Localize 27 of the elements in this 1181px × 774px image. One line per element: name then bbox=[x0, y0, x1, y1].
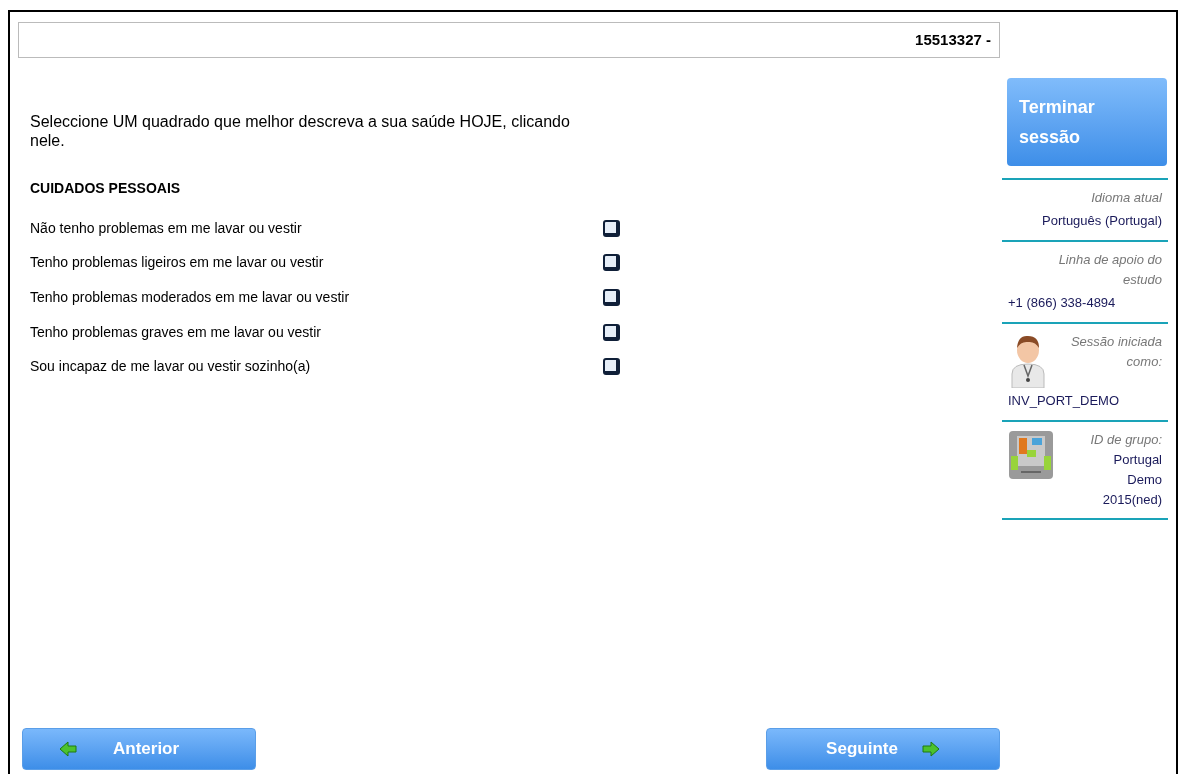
checkbox[interactable] bbox=[603, 358, 620, 376]
previous-button[interactable]: Anterior bbox=[22, 728, 256, 770]
info-label: Sessão iniciada como: bbox=[1069, 333, 1162, 371]
room-icon bbox=[1008, 430, 1054, 480]
info-label: Idioma atual bbox=[1090, 189, 1162, 207]
info-value: Português (Portugal) bbox=[1042, 213, 1162, 228]
end-session-button[interactable]: Terminar sessão bbox=[1007, 78, 1167, 166]
option-label: Tenho problemas moderados em me lavar ou vestir bbox=[30, 288, 350, 307]
info-value: Portugal Demo 2015(ned) bbox=[1101, 451, 1162, 509]
checkbox[interactable] bbox=[603, 289, 620, 306]
checkbox[interactable] bbox=[603, 323, 620, 341]
left-arrow-icon bbox=[59, 741, 77, 757]
right-arrow-icon bbox=[921, 741, 940, 757]
info-value: +1 (866) 338-4894 bbox=[1008, 295, 1116, 310]
option-label: Tenho problemas ligeiros em me lavar ou vestir bbox=[30, 253, 324, 273]
option-label: Não tenho problemas em me lavar ou vestir bbox=[30, 218, 302, 238]
participant-id: 15513327 - bbox=[915, 29, 991, 50]
option-label: Tenho problemas graves em me lavar ou vestir bbox=[30, 322, 322, 342]
section-title: CUIDADOS PESSOAIS bbox=[30, 179, 182, 198]
info-value: INV_PORT_DEMO bbox=[1008, 393, 1119, 408]
next-button[interactable]: Seguinte bbox=[766, 728, 1000, 770]
checkbox[interactable] bbox=[603, 219, 620, 237]
option-label: Sou incapaz de me lavar ou vestir sozinho(a) bbox=[30, 357, 311, 377]
checkbox[interactable] bbox=[603, 254, 620, 272]
info-label: Linha de apoio do estudo bbox=[1057, 251, 1162, 289]
instruction-text: Seleccione UM quadrado que melhor descreva a sua saúde HOJE, clicando nele. bbox=[30, 112, 571, 150]
info-label: ID de grupo: bbox=[1089, 431, 1162, 449]
